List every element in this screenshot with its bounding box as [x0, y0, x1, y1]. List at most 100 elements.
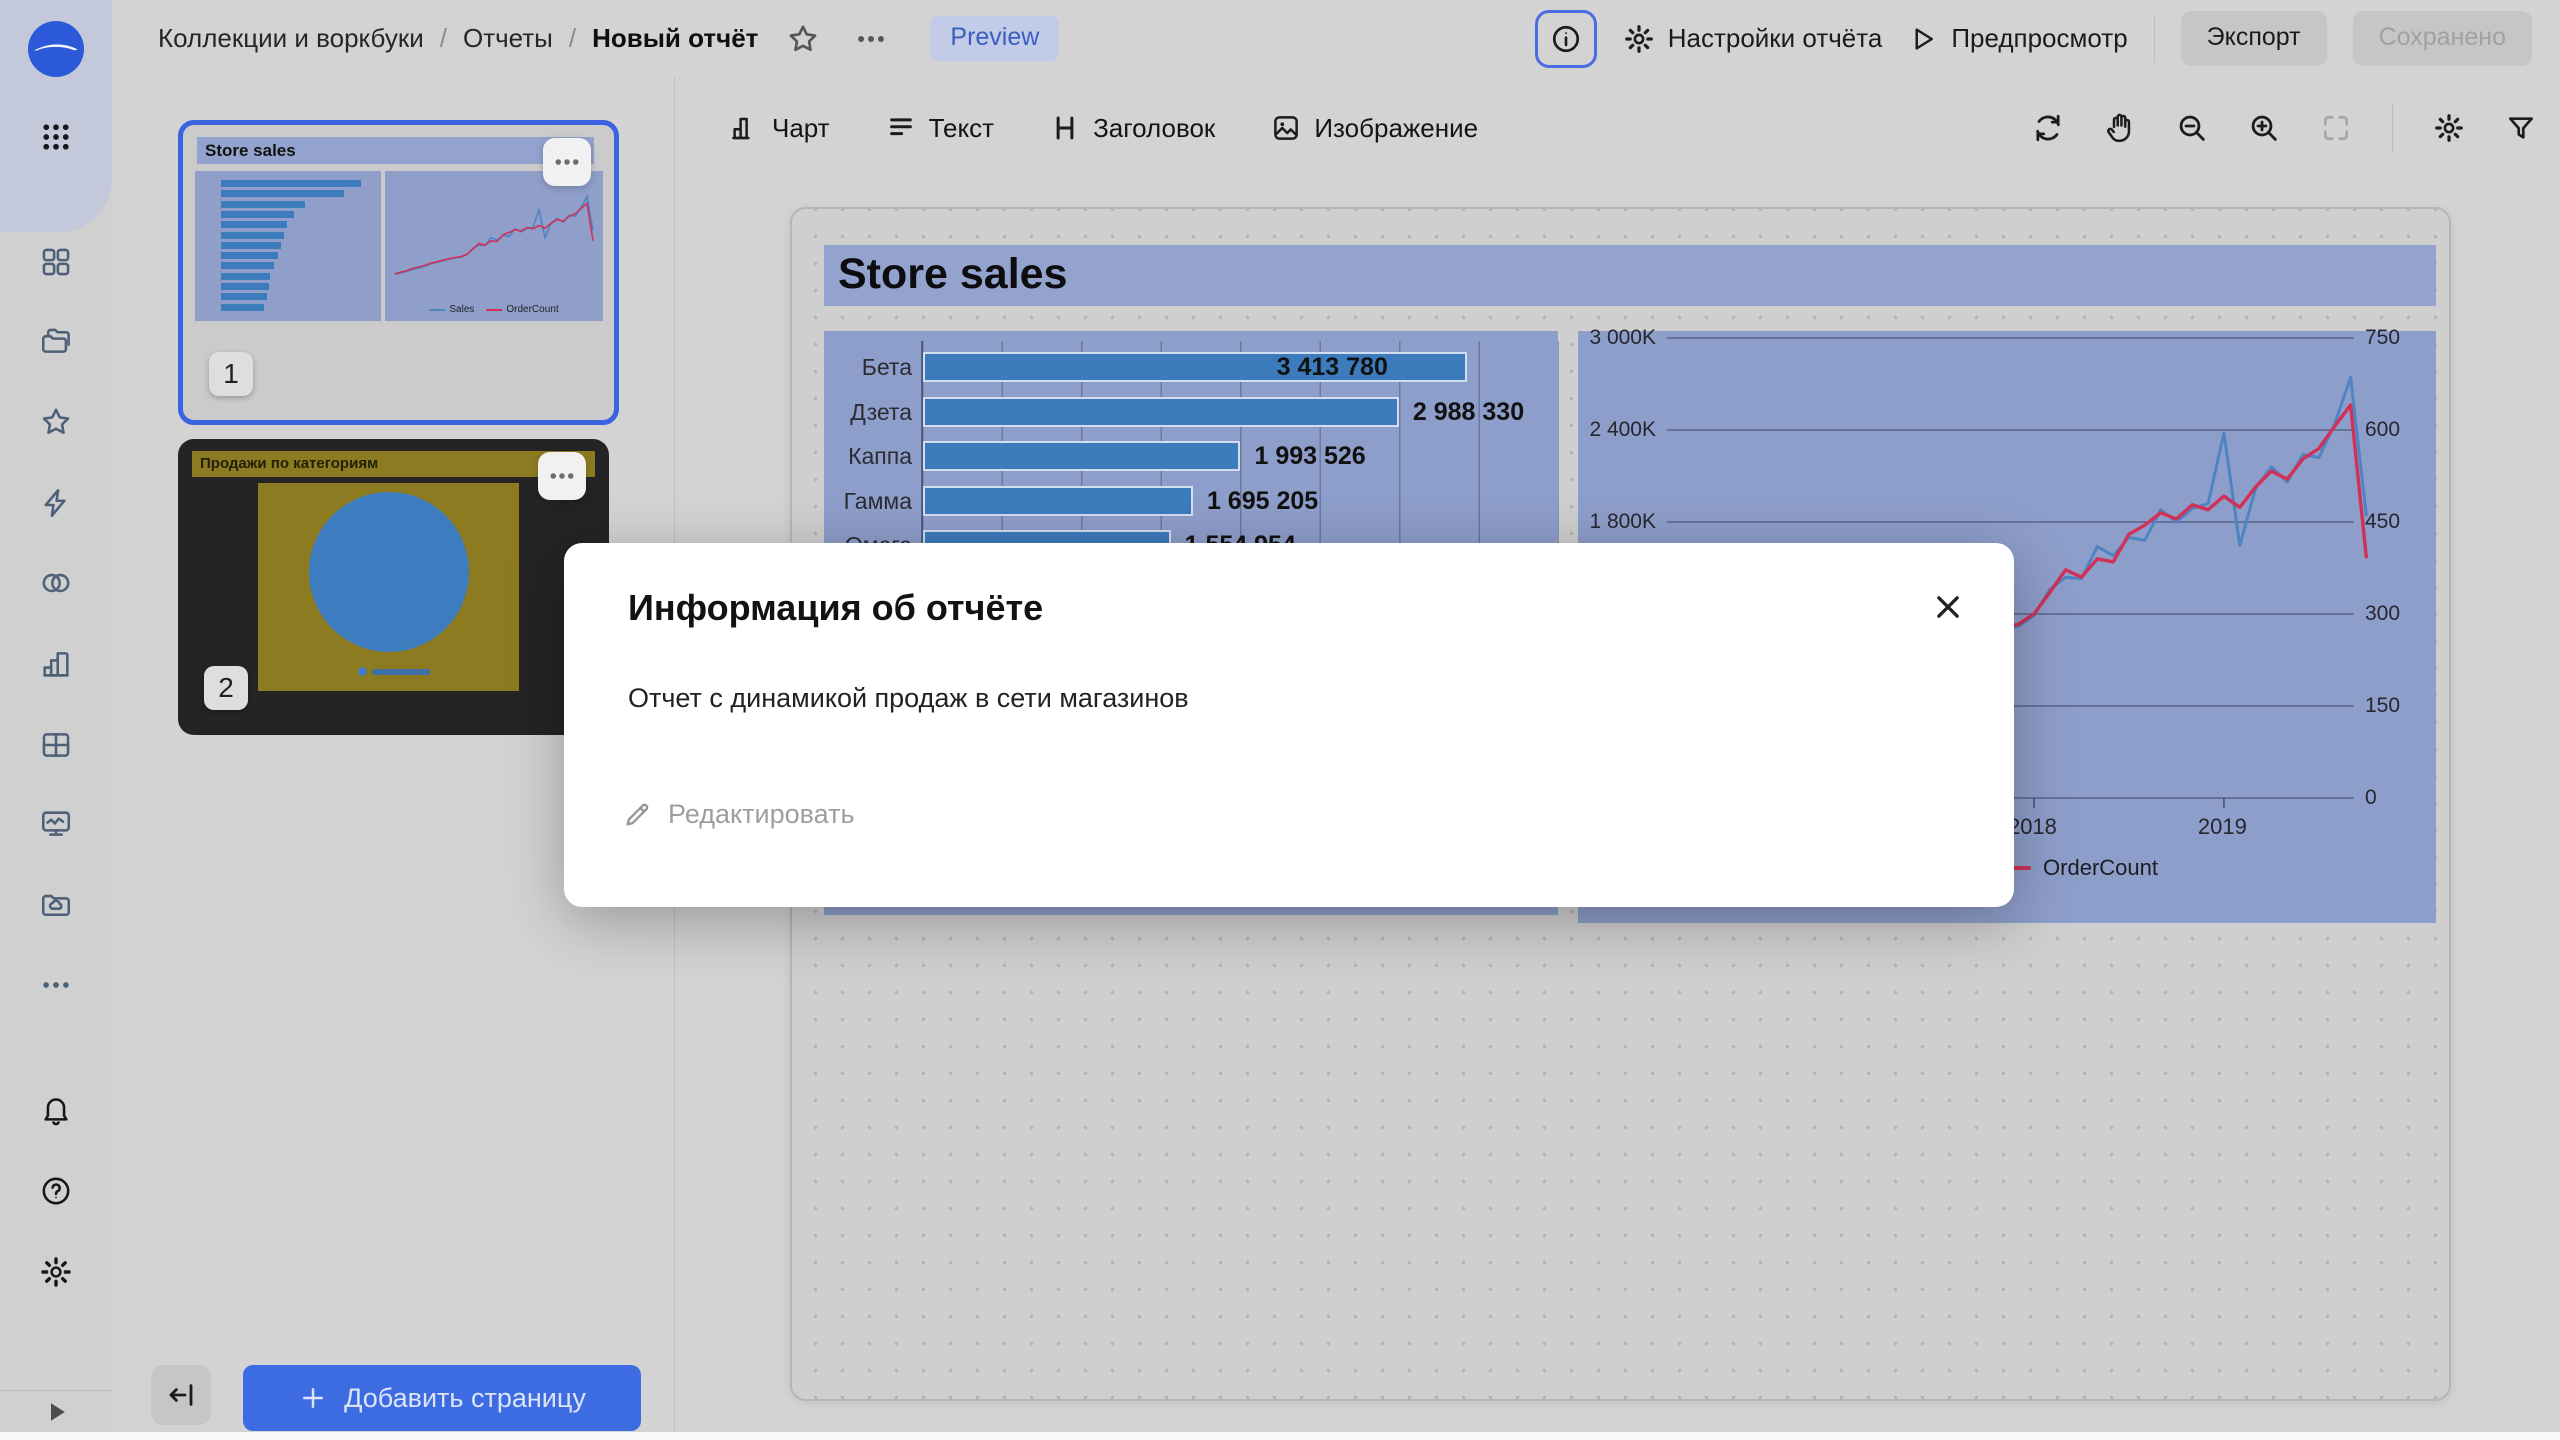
mini-bar [221, 293, 267, 300]
window-bottom-strip [0, 1432, 2560, 1440]
toolbar-divider [2392, 103, 2393, 153]
settings-gear-icon[interactable] [0, 1244, 112, 1300]
axis-tick-label: 2019 [2198, 814, 2247, 840]
insert-text-button[interactable]: Текст [886, 113, 994, 144]
insert-image-label: Изображение [1314, 113, 1478, 144]
left-rail [0, 0, 112, 1432]
axis-tick-label: 150 [2365, 694, 2400, 718]
axis-tick-label: 750 [2365, 326, 2400, 350]
insert-chart-button[interactable]: Чарт [729, 113, 830, 144]
pie-legend-dot [358, 667, 367, 676]
bar-row: Дзета2 988 330 [824, 390, 1558, 434]
header-divider [2154, 16, 2155, 62]
close-icon[interactable] [1922, 581, 1974, 633]
mini-legend-ordercount-swatch [486, 309, 502, 311]
page-menu-button[interactable] [543, 138, 591, 186]
legend-item[interactable]: OrderCount [1997, 855, 2158, 881]
datasets-icon[interactable] [0, 717, 112, 773]
thumb-line-chart: Sales OrderCount [385, 171, 603, 321]
page-thumbnail-1[interactable]: Store sales Sales OrderCount 1 [178, 120, 619, 425]
datalens-logo[interactable] [28, 21, 84, 77]
connections-icon[interactable] [0, 555, 112, 611]
top-header: Коллекции и воркбуки / Отчеты / Новый от… [112, 0, 2560, 77]
hand-icon[interactable] [2104, 112, 2136, 144]
favorite-star-icon[interactable] [786, 22, 820, 56]
dashboards-icon[interactable] [0, 234, 112, 290]
report-settings-button[interactable]: Настройки отчёта [1623, 23, 1883, 55]
collapse-panel-button[interactable] [151, 1365, 211, 1425]
breadcrumb-current-report: Новый отчёт [592, 23, 758, 54]
bar [923, 441, 1240, 471]
bar-category-label: Каппа [848, 443, 912, 470]
charts-icon[interactable] [0, 636, 112, 692]
mini-legend-sales: Sales [449, 304, 474, 315]
settings-gear-icon[interactable] [2433, 112, 2465, 144]
export-button[interactable]: Экспорт [2181, 11, 2327, 66]
image-icon [1271, 113, 1301, 143]
page-number-badge: 2 [204, 666, 248, 710]
axis-tick-label: 0 [2365, 786, 2377, 810]
canvas-title: Store sales [838, 250, 1067, 299]
saved-button[interactable]: Сохранено [2353, 11, 2532, 66]
filter-icon[interactable] [2505, 112, 2537, 144]
add-page-button[interactable]: Добавить страницу [243, 1365, 641, 1431]
play-icon [1908, 24, 1938, 54]
zoom-out-icon[interactable] [2176, 112, 2208, 144]
mini-bar [221, 262, 274, 269]
more-dots-icon[interactable] [0, 957, 112, 1013]
edit-description-button[interactable]: Редактировать [622, 799, 855, 830]
bar [923, 397, 1399, 427]
editor-bolt-icon[interactable] [0, 475, 112, 531]
text-icon [886, 113, 916, 143]
zoom-in-icon[interactable] [2248, 112, 2280, 144]
breadcrumb-collections[interactable]: Коллекции и воркбуки [158, 23, 424, 54]
mini-legend-sales-swatch [429, 309, 445, 311]
axis-tick-label: 300 [2365, 602, 2400, 626]
mini-bar [221, 201, 305, 208]
insert-image-button[interactable]: Изображение [1271, 113, 1478, 144]
report-info-button[interactable] [1535, 10, 1597, 68]
canvas-title-widget[interactable]: Store sales [824, 245, 2436, 306]
add-page-label: Добавить страницу [344, 1383, 586, 1414]
pie-circle [309, 492, 469, 652]
gear-icon [1623, 23, 1655, 55]
bar-category-label: Бета [862, 354, 912, 381]
axis-tick-label: 1 800K [1578, 510, 1656, 534]
thumb-pie-chart [258, 483, 519, 691]
mini-bar [221, 304, 264, 311]
notifications-bell-icon[interactable] [0, 1082, 112, 1138]
thumb-page-title: Store sales [197, 137, 594, 164]
storage-folder-icon[interactable] [0, 877, 112, 933]
monitoring-icon[interactable] [0, 796, 112, 852]
mini-bar [221, 252, 278, 259]
help-icon[interactable] [0, 1163, 112, 1219]
axis-tick-label: 600 [2365, 418, 2400, 442]
breadcrumb-reports[interactable]: Отчеты [463, 23, 553, 54]
preview-button[interactable]: Предпросмотр [1908, 23, 2127, 54]
bar-category-label: Дзета [850, 399, 912, 426]
mini-bar [221, 190, 344, 197]
page-thumbnail-2[interactable]: Продажи по категориям 2 [178, 439, 609, 735]
page-menu-button[interactable] [538, 452, 586, 500]
axis-tick-label: 2 400K [1578, 418, 1656, 442]
view-toolbar [2032, 100, 2537, 156]
apps-grid-icon[interactable] [0, 109, 112, 165]
favorites-star-icon[interactable] [0, 394, 112, 450]
header-actions: Настройки отчёта Предпросмотр Экспорт Со… [1535, 10, 2532, 68]
refresh-icon[interactable] [2032, 112, 2064, 144]
more-dots-icon[interactable] [854, 22, 888, 56]
breadcrumb: Коллекции и воркбуки / Отчеты / Новый от… [158, 16, 1059, 61]
plus-icon [298, 1383, 328, 1413]
thumb-bar-chart [195, 171, 381, 321]
edit-description-label: Редактировать [668, 799, 855, 830]
bar-value-label: 3 413 780 [1277, 353, 1388, 382]
mini-bar [221, 242, 281, 249]
mini-legend-ordercount: OrderCount [506, 304, 558, 315]
insert-heading-button[interactable]: Заголовок [1050, 113, 1215, 144]
collections-icon[interactable] [0, 313, 112, 369]
bar-row: Гамма1 695 205 [824, 479, 1558, 523]
pencil-icon [622, 800, 652, 830]
pie-legend [358, 667, 430, 676]
preview-label: Предпросмотр [1951, 23, 2127, 54]
insert-text-label: Текст [929, 113, 994, 144]
